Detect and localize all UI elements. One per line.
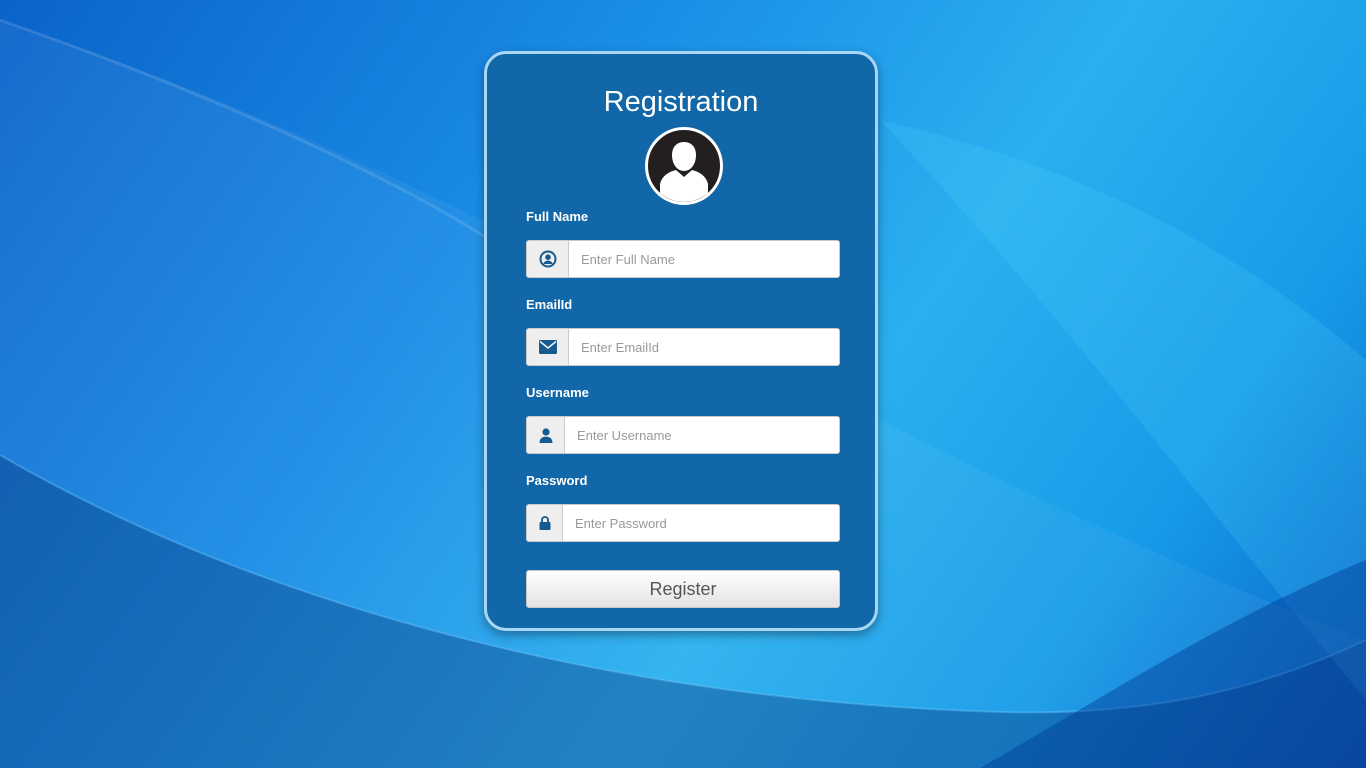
lock-icon (527, 505, 563, 541)
avatar-icon (645, 127, 723, 205)
username-label: Username (526, 385, 589, 400)
password-input-group (526, 504, 840, 542)
registration-card: Registration Full Name EmailId Usern (484, 51, 878, 631)
envelope-icon (527, 329, 569, 365)
username-input[interactable] (565, 417, 839, 453)
form-title: Registration (603, 86, 759, 118)
full-name-label: Full Name (526, 209, 589, 224)
full-name-input[interactable] (569, 241, 839, 277)
email-input-group (526, 328, 840, 366)
user-icon (527, 417, 565, 453)
email-label: EmailId (526, 297, 573, 312)
username-input-group (526, 416, 840, 454)
register-button[interactable]: Register (526, 570, 840, 608)
user-circle-icon (527, 241, 569, 277)
password-input[interactable] (563, 505, 839, 541)
password-label: Password (526, 473, 588, 488)
full-name-input-group (526, 240, 840, 278)
email-input[interactable] (569, 329, 839, 365)
